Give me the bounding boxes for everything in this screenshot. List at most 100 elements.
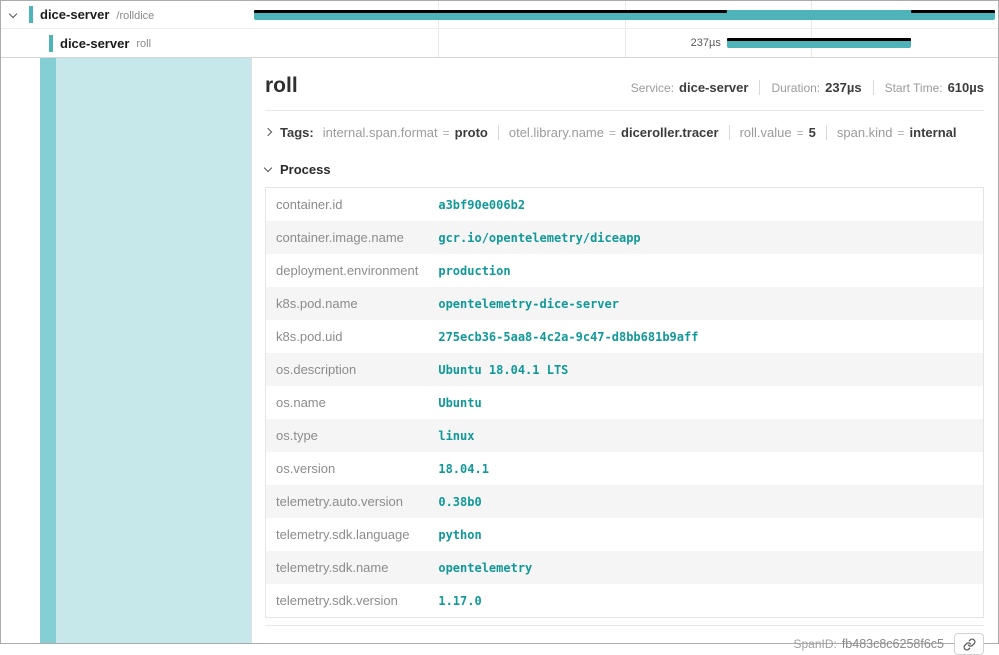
span-service-name: dice-server <box>40 7 109 22</box>
tag-value: proto <box>455 125 488 140</box>
process-key-value-table: container.id a3bf90e006b2 container.imag… <box>265 187 984 618</box>
span-service-name: dice-server <box>60 36 129 51</box>
span-detail-panel: roll Service: dice-server Duration: 237µ… <box>251 58 998 643</box>
tag-equals: = <box>898 126 905 140</box>
tag-item: otel.library.name = diceroller.tracer <box>498 125 719 140</box>
kv-value: python <box>428 518 983 551</box>
kv-key: k8s.pod.uid <box>266 320 429 353</box>
kv-key: container.id <box>266 188 429 222</box>
kv-value: 275ecb36-5aa8-4c2a-9c47-d8bb681b9aff <box>428 320 983 353</box>
span-tree-indent-area <box>1 58 251 643</box>
span-overview: Service: dice-server Duration: 237µs Sta… <box>631 80 984 95</box>
span-bar-track: 237µs <box>251 29 998 57</box>
copy-span-link-button[interactable] <box>954 633 984 655</box>
spanid-value: fb483c8c6258f6c5 <box>842 637 944 651</box>
table-row: telemetry.sdk.name opentelemetry <box>266 551 984 584</box>
table-row: k8s.pod.uid 275ecb36-5aa8-4c2a-9c47-d8bb… <box>266 320 984 353</box>
overview-label: Service: <box>631 81 674 95</box>
table-row: telemetry.sdk.version 1.17.0 <box>266 584 984 618</box>
kv-key: container.image.name <box>266 221 429 254</box>
kv-key: telemetry.sdk.language <box>266 518 429 551</box>
kv-key: os.description <box>266 353 429 386</box>
span-operation-name: roll <box>136 38 151 50</box>
link-icon <box>963 638 976 651</box>
kv-value: 1.17.0 <box>428 584 983 618</box>
table-row: deployment.environment production <box>266 254 984 287</box>
critical-path-segment <box>911 10 995 13</box>
table-row: os.description Ubuntu 18.04.1 LTS <box>266 353 984 386</box>
kv-key: deployment.environment <box>266 254 429 287</box>
overview-value: 237µs <box>825 80 861 95</box>
overview-start-time: Start Time: 610µs <box>873 80 984 95</box>
overview-value: 610µs <box>948 80 984 95</box>
tag-key: internal.span.format <box>323 125 438 140</box>
tag-value: 5 <box>809 125 816 140</box>
overview-label: Start Time: <box>885 81 943 95</box>
span-row-roll[interactable]: dice-server roll 237µs <box>1 29 998 58</box>
kv-key: os.type <box>266 419 429 452</box>
table-row: telemetry.auto.version 0.38b0 <box>266 485 984 518</box>
kv-value: Ubuntu 18.04.1 LTS <box>428 353 983 386</box>
tag-key: otel.library.name <box>509 125 604 140</box>
chevron-right-icon[interactable] <box>264 128 272 136</box>
tag-key: roll.value <box>740 125 792 140</box>
table-row: k8s.pod.name opentelemetry-dice-server <box>266 287 984 320</box>
tag-item: span.kind = internal <box>826 125 957 140</box>
tag-key: span.kind <box>837 125 893 140</box>
spanid-label: SpanID: <box>793 637 836 651</box>
table-row: os.type linux <box>266 419 984 452</box>
tags-label: Tags: <box>280 125 314 140</box>
tag-equals: = <box>609 126 616 140</box>
kv-value: gcr.io/opentelemetry/diceapp <box>428 221 983 254</box>
span-color-accent <box>29 6 33 23</box>
kv-value: linux <box>428 419 983 452</box>
table-row: telemetry.sdk.language python <box>266 518 984 551</box>
detail-header: roll Service: dice-server Duration: 237µ… <box>265 75 984 111</box>
tag-value: diceroller.tracer <box>621 125 719 140</box>
span-row-rolldice[interactable]: dice-server /rolldice <box>1 1 998 29</box>
span-name-cell-rolldice[interactable]: dice-server /rolldice <box>1 1 251 28</box>
kv-key: os.version <box>266 452 429 485</box>
kv-value: Ubuntu <box>428 386 983 419</box>
kv-key: telemetry.auto.version <box>266 485 429 518</box>
tag-item: internal.span.format = proto <box>323 125 488 140</box>
span-operation-name: /rolldice <box>116 10 154 22</box>
tag-item: roll.value = 5 <box>729 125 816 140</box>
kv-value: a3bf90e006b2 <box>428 188 983 222</box>
tags-section-toggle[interactable]: Tags: internal.span.format = proto otel.… <box>265 121 984 143</box>
chevron-cell <box>265 129 280 135</box>
span-name-cell-roll[interactable]: dice-server roll <box>1 29 251 57</box>
span-title: roll <box>265 75 298 97</box>
chevron-down-icon[interactable] <box>9 9 17 17</box>
chevron-cell <box>265 167 271 171</box>
indent-guide-stripe <box>40 58 56 643</box>
table-row: container.id a3bf90e006b2 <box>266 188 984 222</box>
span-bar-track <box>251 1 998 28</box>
kv-key: os.name <box>266 386 429 419</box>
table-row: os.name Ubuntu <box>266 386 984 419</box>
kv-key: telemetry.sdk.name <box>266 551 429 584</box>
critical-path-segment <box>727 38 912 41</box>
span-color-accent <box>49 35 53 52</box>
tag-equals: = <box>797 126 804 140</box>
overview-value: dice-server <box>679 80 748 95</box>
span-duration-label: 237µs <box>663 37 721 49</box>
table-row: os.version 18.04.1 <box>266 452 984 485</box>
kv-key: k8s.pod.name <box>266 287 429 320</box>
kv-value: 0.38b0 <box>428 485 983 518</box>
process-label: Process <box>280 162 331 177</box>
kv-value: opentelemetry-dice-server <box>428 287 983 320</box>
detail-footer: SpanID: fb483c8c6258f6c5 <box>265 625 984 655</box>
selected-span-tint <box>56 58 251 643</box>
process-section-toggle[interactable]: Process <box>265 160 984 178</box>
kv-key: telemetry.sdk.version <box>266 584 429 618</box>
chevron-down-icon[interactable] <box>264 164 272 172</box>
kv-value: production <box>428 254 983 287</box>
kv-value: 18.04.1 <box>428 452 983 485</box>
tag-value: internal <box>910 125 957 140</box>
table-row: container.image.name gcr.io/opentelemetr… <box>266 221 984 254</box>
critical-path-segment <box>254 10 727 13</box>
overview-duration: Duration: 237µs <box>759 80 861 95</box>
overview-service: Service: dice-server <box>631 80 749 95</box>
overview-label: Duration: <box>771 81 820 95</box>
